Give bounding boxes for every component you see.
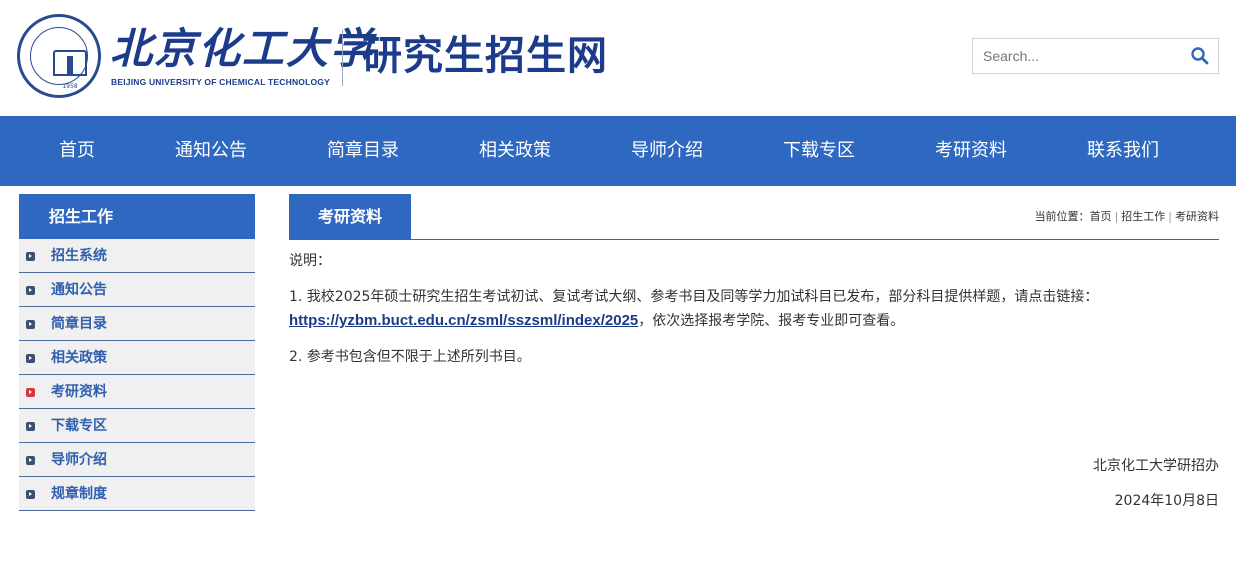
main-nav: 首页 通知公告 简章目录 相关政策 导师介绍 下载专区 考研资料 联系我们 xyxy=(0,116,1236,186)
seal-building-icon xyxy=(53,50,87,76)
sidebar-item-policies[interactable]: 相关政策 xyxy=(19,341,255,375)
nav-item-home[interactable]: 首页 xyxy=(59,116,95,186)
university-name-cn[interactable]: 北京化工大学 xyxy=(110,24,374,74)
nav-item-contact[interactable]: 联系我们 xyxy=(1087,116,1159,186)
nav-item-catalog[interactable]: 简章目录 xyxy=(327,116,399,186)
sidebar-item-supervisors[interactable]: 导师介绍 xyxy=(19,443,255,477)
sidebar-title: 招生工作 xyxy=(19,194,255,239)
university-seal-icon[interactable]: 1958 xyxy=(17,14,101,98)
sidebar-menu: 招生系统 通知公告 简章目录 相关政策 考研资料 下载专区 导师介绍 规章制度 xyxy=(19,239,255,511)
breadcrumb: 当前位置：首页 | 招生工作 | 考研资料 xyxy=(1035,208,1219,224)
nav-item-notices[interactable]: 通知公告 xyxy=(175,116,247,186)
search-icon[interactable] xyxy=(1190,46,1210,66)
search-input[interactable] xyxy=(983,39,1178,73)
signature: 北京化工大学研招办 xyxy=(1093,458,1219,474)
sidebar-item-downloads[interactable]: 下载专区 xyxy=(19,409,255,443)
sidebar-item-label: 规章制度 xyxy=(51,486,107,502)
arrow-bullet-icon xyxy=(26,422,35,431)
sidebar-item-label: 招生系统 xyxy=(51,248,107,264)
sidebar-item-label: 通知公告 xyxy=(51,282,107,298)
university-name-en[interactable]: BEIJING UNIVERSITY OF CHEMICAL TECHNOLOG… xyxy=(111,77,330,87)
sidebar-item-regulations[interactable]: 规章制度 xyxy=(19,477,255,511)
breadcrumb-section[interactable]: 招生工作 xyxy=(1121,210,1165,223)
content-item1-line2: https://yzbm.buct.edu.cn/zsml/sszsml/ind… xyxy=(289,310,904,332)
nav-item-exam-materials[interactable]: 考研资料 xyxy=(935,116,1007,186)
site-title[interactable]: 研究生招生网 xyxy=(362,30,608,82)
arrow-bullet-icon xyxy=(26,490,35,499)
publish-date: 2024年10月8日 xyxy=(1114,493,1219,509)
breadcrumb-home[interactable]: 首页 xyxy=(1090,210,1112,223)
seal-inner-ring: 1958 xyxy=(30,27,88,90)
sidebar-item-admission-system[interactable]: 招生系统 xyxy=(19,239,255,273)
site-header: 1958 北京化工大学 BEIJING UNIVERSITY OF CHEMIC… xyxy=(0,0,1236,116)
arrow-bullet-icon xyxy=(26,388,35,397)
arrow-bullet-icon xyxy=(26,252,35,261)
sidebar-item-exam-materials[interactable]: 考研资料 xyxy=(19,375,255,409)
breadcrumb-current[interactable]: 考研资料 xyxy=(1175,210,1219,223)
sidebar-item-label: 下载专区 xyxy=(51,418,107,434)
sidebar-item-label: 相关政策 xyxy=(51,350,107,366)
arrow-bullet-icon xyxy=(26,320,35,329)
syllabus-link[interactable]: https://yzbm.buct.edu.cn/zsml/sszsml/ind… xyxy=(289,312,638,329)
content-item1-text: 1. 我校2025年硕士研究生招生考试初试、复试考试大纲、参考书目及同等学力加试… xyxy=(289,289,1099,305)
sidebar-item-label: 简章目录 xyxy=(51,316,107,332)
breadcrumb-prefix: 当前位置： xyxy=(1034,210,1090,223)
content-item2-text: 2. 参考书包含但不限于上述所列书目。 xyxy=(289,349,531,365)
arrow-bullet-icon xyxy=(26,286,35,295)
arrow-bullet-icon xyxy=(26,456,35,465)
sidebar-item-notices[interactable]: 通知公告 xyxy=(19,273,255,307)
sidebar-item-catalog[interactable]: 简章目录 xyxy=(19,307,255,341)
nav-item-policies[interactable]: 相关政策 xyxy=(479,116,551,186)
content-tab-title: 考研资料 xyxy=(289,194,411,239)
brand-divider xyxy=(342,30,343,86)
nav-item-supervisors[interactable]: 导师介绍 xyxy=(631,116,703,186)
breadcrumb-separator: | xyxy=(1114,210,1119,223)
sidebar-item-label: 导师介绍 xyxy=(51,452,107,468)
search-box xyxy=(972,38,1219,74)
breadcrumb-separator: | xyxy=(1168,210,1172,223)
content-item1-suffix: ，依次选择报考学院、报考专业即可查看。 xyxy=(638,313,905,329)
nav-item-downloads[interactable]: 下载专区 xyxy=(783,116,855,186)
sidebar-item-label: 考研资料 xyxy=(51,384,107,400)
content-intro: 说明： xyxy=(289,253,331,269)
arrow-bullet-icon xyxy=(26,354,35,363)
seal-year: 1958 xyxy=(62,83,78,90)
content-divider xyxy=(289,239,1219,240)
